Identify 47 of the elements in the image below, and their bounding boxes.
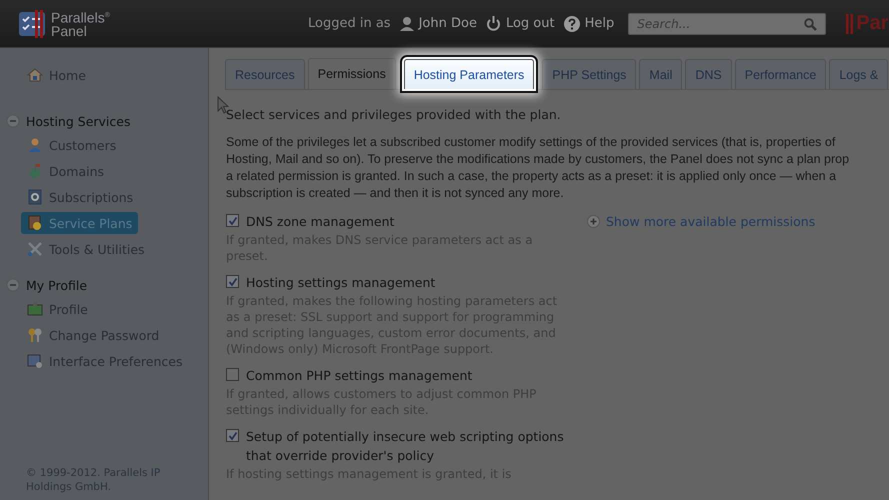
permission-label: Setup of potentially insecure web scripting options that override provider's policy <box>246 428 565 465</box>
tab[interactable]: Mail <box>639 59 682 89</box>
section-header[interactable]: My Profile <box>0 274 94 296</box>
keys-icon <box>27 327 43 343</box>
tab[interactable]: PHP Settings <box>542 59 636 89</box>
home-icon <box>27 67 43 83</box>
power-icon <box>486 16 501 31</box>
checkbox[interactable] <box>226 429 239 442</box>
plus-circle-icon <box>587 214 600 228</box>
bars-logo-icon <box>846 14 854 34</box>
tab[interactable]: Performance <box>734 59 826 89</box>
tab[interactable]: Permissions <box>308 58 396 89</box>
sidebar-item[interactable]: Service Plans <box>21 212 138 234</box>
section-header[interactable]: Hosting Services <box>0 110 136 132</box>
note-text: Hosting, Mail and so on). To preserve the modifications made by customers, the Panel does not sync a plan prop <box>226 151 850 168</box>
tools-icon <box>27 241 43 257</box>
id-card-icon <box>27 301 43 317</box>
tab[interactable]: DNS <box>685 59 732 89</box>
permission-label: DNS zone management <box>246 213 394 231</box>
search-icon <box>804 18 818 30</box>
globe-flag-icon <box>27 163 43 179</box>
window-gear-icon <box>27 353 43 369</box>
brand-logo-text: Par <box>856 12 888 35</box>
note-text: Some of the privileges let a subscribed customer modify settings of the provided services (that is, properties of <box>226 134 836 151</box>
person-icon <box>400 16 414 31</box>
logout-link[interactable]: Log out <box>506 16 555 31</box>
person-icon <box>27 137 43 153</box>
gear-document-icon <box>27 189 43 205</box>
note-text: subscription is created — and then it is not synced any more. <box>226 185 565 202</box>
checkbox[interactable] <box>226 368 239 381</box>
tab[interactable]: Logs & <box>829 59 888 89</box>
show-more-link[interactable]: Show more available permissions <box>606 214 816 228</box>
logo-text: Panel <box>51 24 87 38</box>
checkbox[interactable] <box>226 275 239 288</box>
logged-in-label: Logged in as <box>308 16 391 31</box>
checkbox[interactable] <box>226 214 239 227</box>
help-link[interactable]: Help <box>584 16 614 31</box>
note-text: a related permission is granted. In such a case, the property acts as a preset: it is applied only once — when a <box>226 168 838 185</box>
help-icon <box>564 16 580 32</box>
user-name-link[interactable]: John Doe <box>418 16 477 31</box>
permission-label: Hosting settings management <box>246 274 436 292</box>
tab[interactable]: Resources <box>225 59 305 89</box>
coin-document-icon <box>27 215 43 231</box>
intro-text: Select services and privileges provided with the plan. <box>226 107 562 122</box>
permission-label: Common PHP settings management <box>246 367 472 385</box>
checklist-logo-icon <box>18 8 48 38</box>
logo-text: Parallels$^{®}$ <box>51 9 110 25</box>
